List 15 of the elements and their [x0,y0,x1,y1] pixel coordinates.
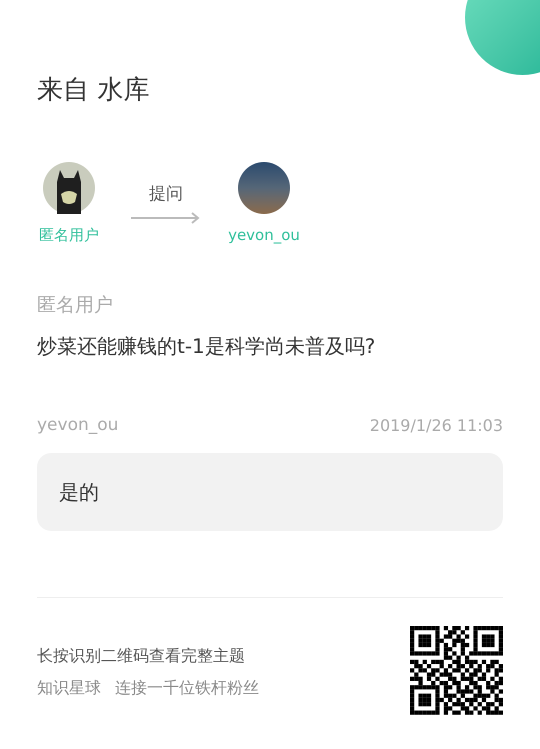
masked-avatar-icon [43,162,95,214]
question-text: 炒菜还能赚钱的t-1是科学尚未普及吗? [37,333,376,360]
user-name[interactable]: 匿名用户 [39,224,99,246]
question-author: 匿名用户 [37,292,114,318]
photo-placeholder [238,162,290,214]
user-name[interactable]: yevon_ou [228,224,300,246]
answer-time: 2019/1/26 11:03 [370,414,503,437]
action-label: 提问 [149,183,183,206]
page-title: 来自 水库 [37,74,150,107]
slogan: 连接一千位铁杆粉丝 [115,677,259,699]
scan-hint: 长按识别二维码查看完整主题 [37,645,246,667]
answer-bubble: 是的 [37,452,503,530]
arrow-icon [131,212,201,224]
brand-name: 知识星球 [37,677,101,699]
answer-author: yevon_ou [37,414,118,437]
